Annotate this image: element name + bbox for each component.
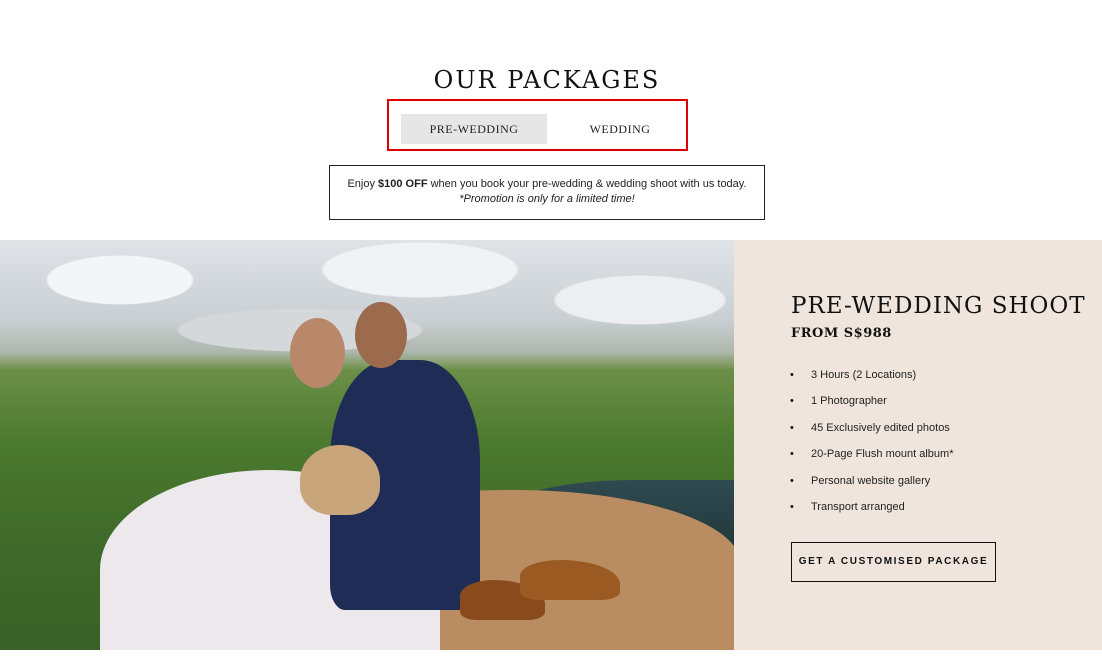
- promo-note: *Promotion is only for a limited time!: [459, 193, 635, 205]
- couple-photo: [0, 240, 734, 650]
- bullet-icon: •: [790, 448, 794, 461]
- bullet-icon: •: [790, 421, 794, 434]
- promo-prefix: Enjoy: [347, 178, 379, 190]
- promo-banner: Enjoy $100 OFF when you book your pre-we…: [329, 165, 765, 220]
- package-title: PRE-WEDDING SHOOT: [791, 293, 1086, 319]
- customised-package-button[interactable]: GET A CUSTOMISED PACKAGE: [791, 542, 996, 582]
- feature-label: 20-Page Flush mount album*: [811, 448, 954, 461]
- feature-label: 3 Hours (2 Locations): [811, 369, 917, 381]
- bullet-icon: •: [790, 500, 794, 513]
- feature-label: 45 Exclusively edited photos: [811, 421, 950, 434]
- bullet-icon: •: [790, 395, 794, 408]
- list-item: • 20-Page Flush mount album*: [790, 444, 953, 470]
- promo-highlight: $100 OFF: [378, 178, 428, 190]
- package-price: FROM S$988: [791, 326, 892, 341]
- photo-bouquet: [300, 445, 380, 515]
- list-item: • 3 Hours (2 Locations): [790, 365, 953, 391]
- feature-label: 1 Photographer: [811, 395, 887, 408]
- list-item: • 45 Exclusively edited photos: [790, 418, 953, 444]
- packages-page: OUR PACKAGES PRE-WEDDING WEDDING Enjoy $…: [0, 0, 1102, 658]
- promo-text: Enjoy $100 OFF when you book your pre-we…: [330, 177, 764, 192]
- feature-label: Transport arranged: [811, 500, 905, 513]
- photo-groom-head: [355, 302, 407, 368]
- promo-suffix: when you book your pre-wedding & wedding…: [427, 178, 747, 190]
- list-item: • Transport arranged: [790, 497, 953, 523]
- feature-list: • 3 Hours (2 Locations) • 1 Photographer •…: [790, 365, 953, 523]
- tab-pre-wedding[interactable]: PRE-WEDDING: [401, 114, 547, 144]
- list-item: • Personal website gallery: [790, 471, 953, 497]
- tab-wedding[interactable]: WEDDING: [547, 114, 693, 144]
- photo-bride-head: [290, 318, 345, 388]
- feature-label: Personal website gallery: [811, 474, 931, 487]
- list-item: • 1 Photographer: [790, 391, 953, 417]
- bullet-icon: •: [790, 369, 794, 381]
- section-title: OUR PACKAGES: [433, 66, 661, 94]
- bullet-icon: •: [790, 474, 794, 487]
